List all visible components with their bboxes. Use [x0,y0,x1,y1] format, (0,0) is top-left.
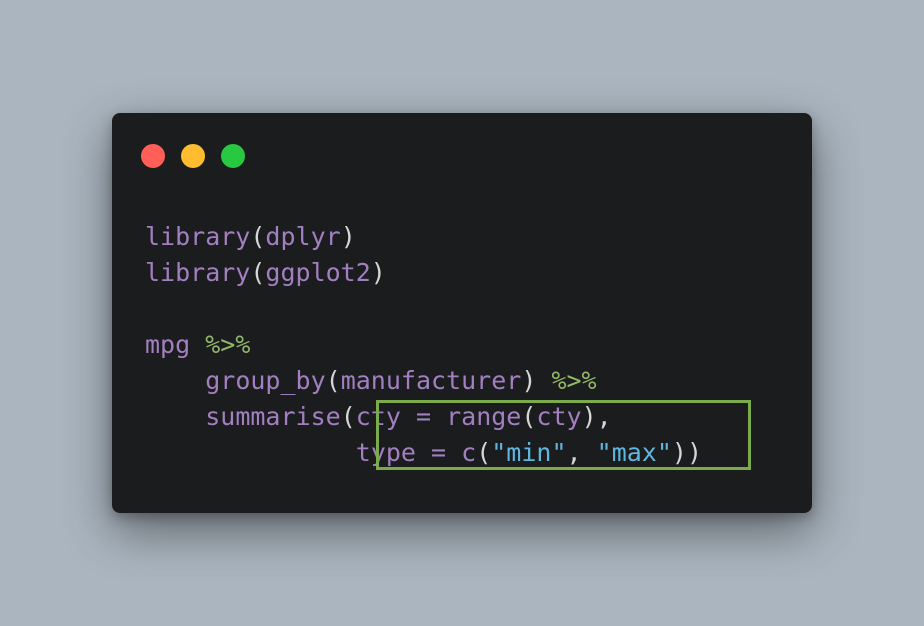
code-line-7: type = c("min", "max")) [145,435,702,471]
library-keyword: library [145,258,251,287]
paren-close: )) [671,438,703,467]
code-line-3-blank [145,291,702,327]
dataset-name: mpg [145,330,191,359]
paren-open: ( [250,258,266,287]
argument-column: cty [536,402,582,431]
package-name: ggplot2 [265,258,371,287]
paren-open: ( [521,402,537,431]
paren-close: ) [370,258,386,287]
string-literal: "max" [596,438,672,467]
minimize-window-button[interactable] [181,144,205,168]
paren-open: ( [250,222,266,251]
code-line-2: library(ggplot2) [145,255,702,291]
code-line-6: summarise(cty = range(cty), [145,399,702,435]
package-name: dplyr [265,222,341,251]
paren-open: ( [340,402,356,431]
close-window-button[interactable] [141,144,165,168]
paren-close-comma: ), [581,402,612,431]
summarise-function: summarise [205,402,341,431]
paren-close: ) [340,222,356,251]
code-line-4: mpg %>% [145,327,702,363]
code-block: library(dplyr) library(ggplot2) mpg %>% gr… [145,219,702,471]
paren-close: ) [521,366,537,395]
code-line-1: library(dplyr) [145,219,702,255]
group-by-function: group_by [205,366,326,395]
comma: , [566,438,582,467]
range-function: range [446,402,522,431]
code-line-5: group_by(manufacturer) %>% [145,363,702,399]
output-column: cty [355,402,401,431]
string-literal: "min" [491,438,567,467]
assign-operator: = [415,402,432,431]
maximize-window-button[interactable] [221,144,245,168]
group-column: manufacturer [340,366,522,395]
pipe-operator: %>% [205,330,251,359]
paren-open: ( [325,366,341,395]
library-keyword: library [145,222,251,251]
code-window: library(dplyr) library(ggplot2) mpg %>% gr… [112,113,812,513]
pipe-operator: %>% [551,366,597,395]
output-column: type [355,438,416,467]
assign-operator: = [431,438,447,467]
paren-open: ( [476,438,492,467]
c-function: c [461,438,477,467]
